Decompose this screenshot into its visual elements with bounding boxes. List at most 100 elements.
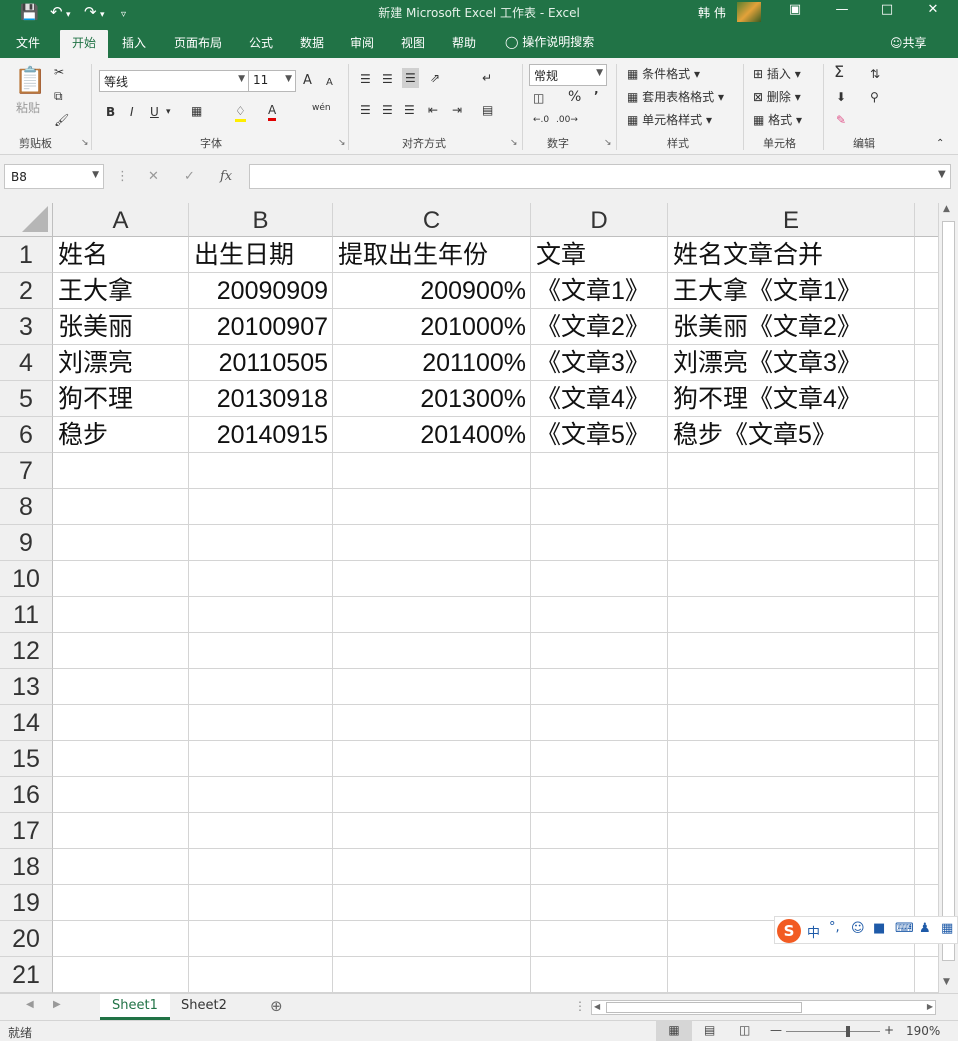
cell-c20[interactable] [333,921,531,957]
currency-icon[interactable]: ◫ [533,90,544,106]
next-sheet-icon[interactable]: ▶ [53,999,61,1010]
row-header-5[interactable]: 5 [0,381,53,417]
scroll-up-icon[interactable]: ▲ [943,204,950,214]
cell-f18[interactable] [915,849,938,885]
user-name[interactable]: 韩 伟 [698,4,726,21]
cell-d1[interactable]: 文章 [531,237,668,273]
sheet-tab-sheet2[interactable]: Sheet2 [169,994,239,1020]
cell-a20[interactable] [53,921,189,957]
orientation-icon[interactable]: ⇗ [430,70,440,86]
row-header-7[interactable]: 7 [0,453,53,489]
paste-button[interactable]: 粘贴 [16,100,40,116]
cell-e5[interactable]: 狗不理《文章4》 [668,381,915,417]
cell-a3[interactable]: 张美丽 [53,309,189,345]
emoji-icon[interactable]: ☺ [851,921,865,936]
toolbox-icon[interactable]: ▦ [941,921,953,936]
format-as-table-button[interactable]: ▦ 套用表格格式 ▾ [627,89,724,105]
format-painter-icon[interactable]: 🖌 [54,112,69,128]
cell-e1[interactable]: 姓名文章合并 [668,237,915,273]
cell-f15[interactable] [915,741,938,777]
page-break-view-icon[interactable]: ◫ [739,1023,750,1037]
column-header-b[interactable]: B [189,203,333,237]
number-format-select[interactable]: 常规 ▼ [529,64,607,86]
sogou-logo-icon[interactable]: S [777,919,801,943]
tab-data[interactable]: 数据 [300,34,324,51]
cell-e16[interactable] [668,777,915,813]
cell-f12[interactable] [915,633,938,669]
row-header-2[interactable]: 2 [0,273,53,309]
cell-d7[interactable] [531,453,668,489]
zoom-out-icon[interactable]: — [770,1023,782,1037]
cell-d17[interactable] [531,813,668,849]
conditional-formatting-button[interactable]: ▦ 条件格式 ▾ [627,66,700,82]
cell-d14[interactable] [531,705,668,741]
cell-c11[interactable] [333,597,531,633]
cell-c4[interactable]: 201100% [333,345,531,381]
cell-e8[interactable] [668,489,915,525]
fill-icon[interactable]: ⬇ [836,89,846,105]
cell-f4[interactable] [915,345,938,381]
cell-f7[interactable] [915,453,938,489]
cell-b16[interactable] [189,777,333,813]
ime-toolbar[interactable]: S 中 °, ☺ ■ ⌨ ♟ ▦ [774,916,958,944]
cell-f3[interactable] [915,309,938,345]
cell-d4[interactable]: 《文章3》 [531,345,668,381]
cell-a4[interactable]: 刘漂亮 [53,345,189,381]
normal-view-icon[interactable]: ▦ [656,1020,692,1041]
row-header-17[interactable]: 17 [0,813,53,849]
cell-d19[interactable] [531,885,668,921]
cell-f5[interactable] [915,381,938,417]
cell-b2[interactable]: 20090909 [189,273,333,309]
cell-c5[interactable]: 201300% [333,381,531,417]
enter-icon[interactable]: ✓ [184,169,195,184]
cell-styles-button[interactable]: ▦ 单元格样式 ▾ [627,112,712,128]
cell-d9[interactable] [531,525,668,561]
row-header-8[interactable]: 8 [0,489,53,525]
cell-b21[interactable] [189,957,333,993]
wrap-text-icon[interactable]: ↵ [482,70,492,86]
cell-d5[interactable]: 《文章4》 [531,381,668,417]
cell-a1[interactable]: 姓名 [53,237,189,273]
italic-button[interactable]: I [130,104,134,120]
cell-f6[interactable] [915,417,938,453]
cell-a16[interactable] [53,777,189,813]
cell-a2[interactable]: 王大拿 [53,273,189,309]
align-bottom-icon[interactable]: ☰ [402,68,419,88]
ribbon-display-options-icon[interactable]: ▣ [780,2,810,17]
user-icon[interactable]: ♟ [919,921,931,936]
cell-f2[interactable] [915,273,938,309]
cell-c3[interactable]: 201000% [333,309,531,345]
cell-d16[interactable] [531,777,668,813]
cell-b9[interactable] [189,525,333,561]
bold-button[interactable]: B [106,104,115,120]
cell-e21[interactable] [668,957,915,993]
row-header-3[interactable]: 3 [0,309,53,345]
grow-font-button[interactable]: A [303,73,312,89]
cell-c21[interactable] [333,957,531,993]
cell-b5[interactable]: 20130918 [189,381,333,417]
increase-indent-icon[interactable]: ⇥ [452,102,462,118]
cell-e6[interactable]: 稳步《文章5》 [668,417,915,453]
column-header-d[interactable]: D [531,203,668,237]
sort-filter-icon[interactable]: ⇅ [870,66,880,82]
cell-f14[interactable] [915,705,938,741]
clipboard-icon[interactable]: 📋 [14,66,46,96]
cell-b20[interactable] [189,921,333,957]
cell-f1[interactable] [915,237,938,273]
cell-a13[interactable] [53,669,189,705]
shrink-font-button[interactable]: A [326,75,333,91]
tab-insert[interactable]: 插入 [122,34,146,51]
zoom-level[interactable]: 190% [906,1024,940,1038]
cell-b3[interactable]: 20100907 [189,309,333,345]
delete-cells-button[interactable]: ⊠ 删除 ▾ [753,89,801,105]
cell-e15[interactable] [668,741,915,777]
cell-d15[interactable] [531,741,668,777]
cell-a9[interactable] [53,525,189,561]
cell-a21[interactable] [53,957,189,993]
row-header-1[interactable]: 1 [0,237,53,273]
cell-a5[interactable]: 狗不理 [53,381,189,417]
row-header-13[interactable]: 13 [0,669,53,705]
cell-c9[interactable] [333,525,531,561]
cell-e10[interactable] [668,561,915,597]
cell-b12[interactable] [189,633,333,669]
